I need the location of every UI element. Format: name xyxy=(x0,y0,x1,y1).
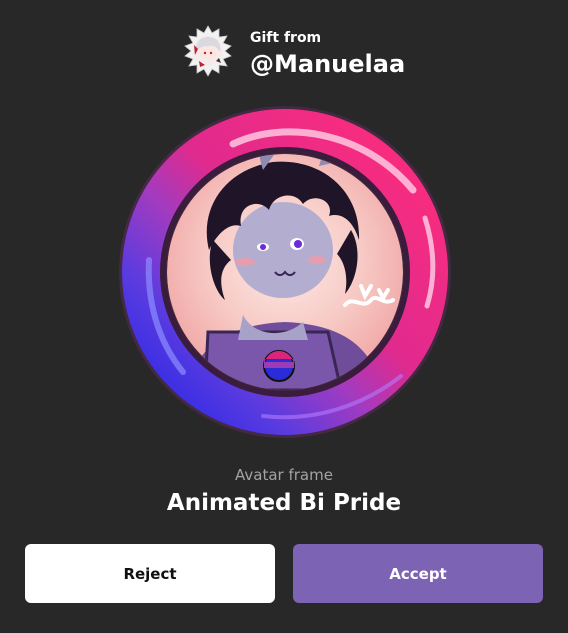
sender-avatar xyxy=(184,25,232,77)
item-type-label: Avatar frame xyxy=(235,466,333,484)
header-text: Gift from @Manuelaa xyxy=(250,29,405,79)
pride-badge xyxy=(263,350,295,382)
accept-button[interactable]: Accept xyxy=(293,544,543,603)
item-name: Animated Bi Pride xyxy=(166,490,402,516)
sender-username: @Manuelaa xyxy=(250,50,406,78)
reject-button[interactable]: Reject xyxy=(25,544,275,603)
avatar-frame-preview xyxy=(119,106,451,438)
gift-header: Gift from @Manuelaa xyxy=(182,25,442,85)
gift-from-label: Gift from xyxy=(250,30,322,46)
